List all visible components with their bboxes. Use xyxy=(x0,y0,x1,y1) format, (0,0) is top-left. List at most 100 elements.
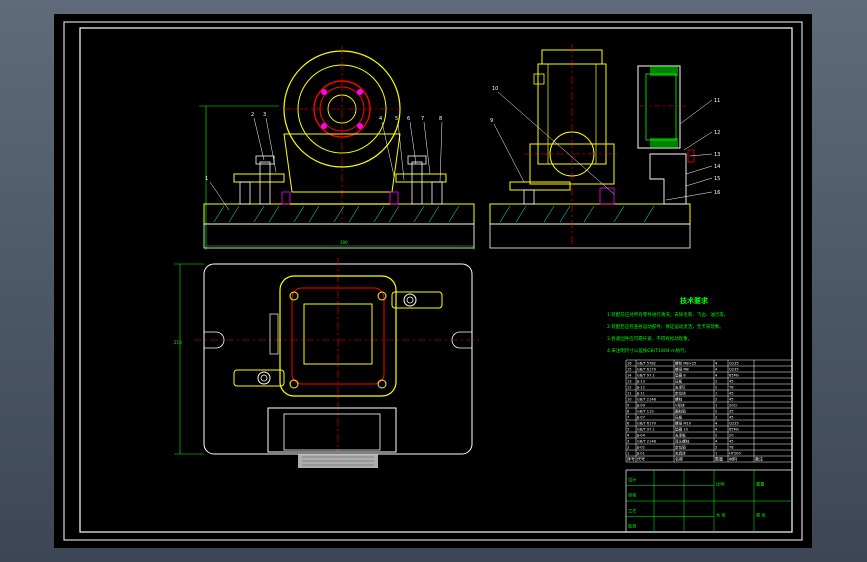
bom-cell: 螺栓 M8×25 xyxy=(675,361,696,366)
bom-cell: JJ-11 xyxy=(636,392,645,396)
bom-cell: 3 xyxy=(627,440,629,444)
bom-cell: 1 xyxy=(715,392,717,396)
bom-cell: 垫圈 8 xyxy=(675,373,686,378)
dim-front-width: 390 xyxy=(340,240,348,245)
bom-cell: 压板 xyxy=(675,379,683,384)
bom-cell: 35 xyxy=(729,410,734,414)
bom-cell: GB/T 97.1 xyxy=(637,428,655,432)
title-block-label: 第 张 xyxy=(756,512,767,519)
bom-cell: JJ-12 xyxy=(636,386,645,390)
leader-label-7: 7 xyxy=(421,116,424,122)
outer-frame xyxy=(63,21,803,541)
bom-cell: 13 xyxy=(627,380,632,384)
bom-header-cell: 材料 xyxy=(729,456,737,462)
bom-table: 16 GB/T 5782 螺栓 M8×25 4 Q23515 GB/T 6170 螺母 M8… xyxy=(625,359,793,463)
title-block-label: 共 张 xyxy=(716,512,727,519)
bom-cell: GB/T 119 xyxy=(637,410,654,414)
bom-cell: Q235 xyxy=(729,362,739,366)
title-block-label: 比例 xyxy=(716,481,724,488)
bom-cell: 定位块 xyxy=(675,391,686,396)
bom-cell: 垫圈 10 xyxy=(675,427,689,432)
bom-header-cell: 代号 xyxy=(637,456,645,462)
bom-cell: 2 xyxy=(715,434,717,438)
leader-label-2: 2 xyxy=(251,112,254,118)
bom-cell: 65Mn xyxy=(729,374,739,378)
bom-cell: 20 xyxy=(729,434,734,438)
bom-cell: Q235 xyxy=(729,422,739,426)
bom-cell: 4 xyxy=(715,440,718,444)
bom-cell: 16 xyxy=(627,362,632,366)
bom-cell: 4 xyxy=(715,428,718,432)
leader-label-11: 11 xyxy=(714,98,720,104)
leader-label-14: 14 xyxy=(714,164,720,170)
tech-note-1: 1.装配前应对所有零件进行清洗，去除毛刺、飞边、油污等。 xyxy=(607,311,728,318)
bom-cell: 45 xyxy=(729,398,734,402)
bom-header-cell: 序号 xyxy=(627,456,635,462)
bom-cell: GB/T 2148 xyxy=(637,398,657,402)
bom-cell: 螺柱 xyxy=(675,397,683,402)
bom-cell: 2 xyxy=(715,446,717,450)
bom-cell: 螺母 M8 xyxy=(675,367,689,372)
leader-label-5: 5 xyxy=(395,116,398,122)
bom-cell: 20Cr xyxy=(729,404,738,408)
title-block-label: 批准 xyxy=(628,522,636,529)
bom-cell: JJ-13 xyxy=(636,380,645,384)
leader-label-3: 3 xyxy=(263,112,266,118)
bom-cell: 65Mn xyxy=(729,428,739,432)
bom-cell: 45 xyxy=(729,440,734,444)
leader-label-16: 16 xyxy=(714,190,720,196)
bom-cell: 45 xyxy=(729,416,734,420)
bom-cell: GB/T 6170 xyxy=(637,422,657,426)
front-view: 390 1 2 3 4 5 6 7 8 xyxy=(199,46,475,250)
bom-cell: 1 xyxy=(715,452,717,456)
leader-label-15: 15 xyxy=(714,176,720,182)
title-block: 设计审核工艺批准 比例 重量共 张 第 张 xyxy=(625,469,792,532)
bom-cell: 定位销 xyxy=(675,445,686,450)
bom-cell: 4 xyxy=(715,368,718,372)
leader-label-12: 12 xyxy=(714,130,720,136)
bom-cell: 8 xyxy=(627,410,630,414)
leader-label-6: 6 xyxy=(407,116,410,122)
bom-header-cell: 备注 xyxy=(755,456,763,462)
bom-cell: JJ-02 xyxy=(636,446,645,450)
side-view: 9 10 11 12 13 14 15 16 xyxy=(489,44,720,249)
bom-cell: JJ-01 xyxy=(636,452,645,456)
title-block-label: 设计 xyxy=(628,476,636,483)
bom-cell: 4 xyxy=(627,434,630,438)
bom-cell: 4 xyxy=(715,374,718,378)
bom-cell: 11 xyxy=(627,392,632,396)
bom-cell: 45 xyxy=(729,380,734,384)
bom-cell: 螺母 M10 xyxy=(675,421,692,426)
cad-viewport[interactable]: 390 1 2 3 4 5 6 7 8 9 10 11 12 13 14 15 … xyxy=(54,14,812,548)
bom-cell: GB/T 97.1 xyxy=(637,374,655,378)
top-view: 210 xyxy=(174,258,480,468)
front-hatch xyxy=(213,205,460,223)
bom-cell: 9 xyxy=(627,404,630,408)
bom-cell: T8 xyxy=(728,386,734,390)
bom-cell: JJ-07 xyxy=(636,416,645,420)
bom-cell: 5 xyxy=(627,428,629,432)
bom-header-cell: 数量 xyxy=(715,456,723,462)
bom-cell: GB/T 5782 xyxy=(637,362,656,366)
leader-label-9: 9 xyxy=(490,118,493,124)
bom-cell: T8 xyxy=(728,446,734,450)
bom-cell: 2 xyxy=(715,410,717,414)
leader-label-1: 1 xyxy=(205,176,208,182)
bom-cell: 6 xyxy=(627,422,630,426)
bom-cell: 7 xyxy=(627,416,629,420)
bom-cell: GB/T 2148 xyxy=(637,440,657,444)
bom-cell: 2 xyxy=(715,416,717,420)
bom-cell: 双头螺柱 xyxy=(675,439,690,444)
dim-height: 210 xyxy=(174,340,182,345)
bom-cell: 10 xyxy=(627,398,632,402)
leader-label-4: 4 xyxy=(379,116,382,122)
bom-cell: HT200 xyxy=(729,452,741,456)
bom-cell: JJ-04 xyxy=(636,434,646,438)
bom-cell: 2 xyxy=(715,386,717,390)
leader-label-13: 13 xyxy=(714,152,720,158)
bom-cell: JJ-09 xyxy=(636,404,646,408)
bom-cell: 4 xyxy=(715,362,718,366)
bom-cell: 2 xyxy=(627,446,629,450)
tech-note-3: 3.各紧固件应可靠拧紧，不得有松动现象。 xyxy=(607,335,692,342)
tech-note-4: 4.未注明尺寸公差按GB/T1804-m执行。 xyxy=(607,347,689,354)
